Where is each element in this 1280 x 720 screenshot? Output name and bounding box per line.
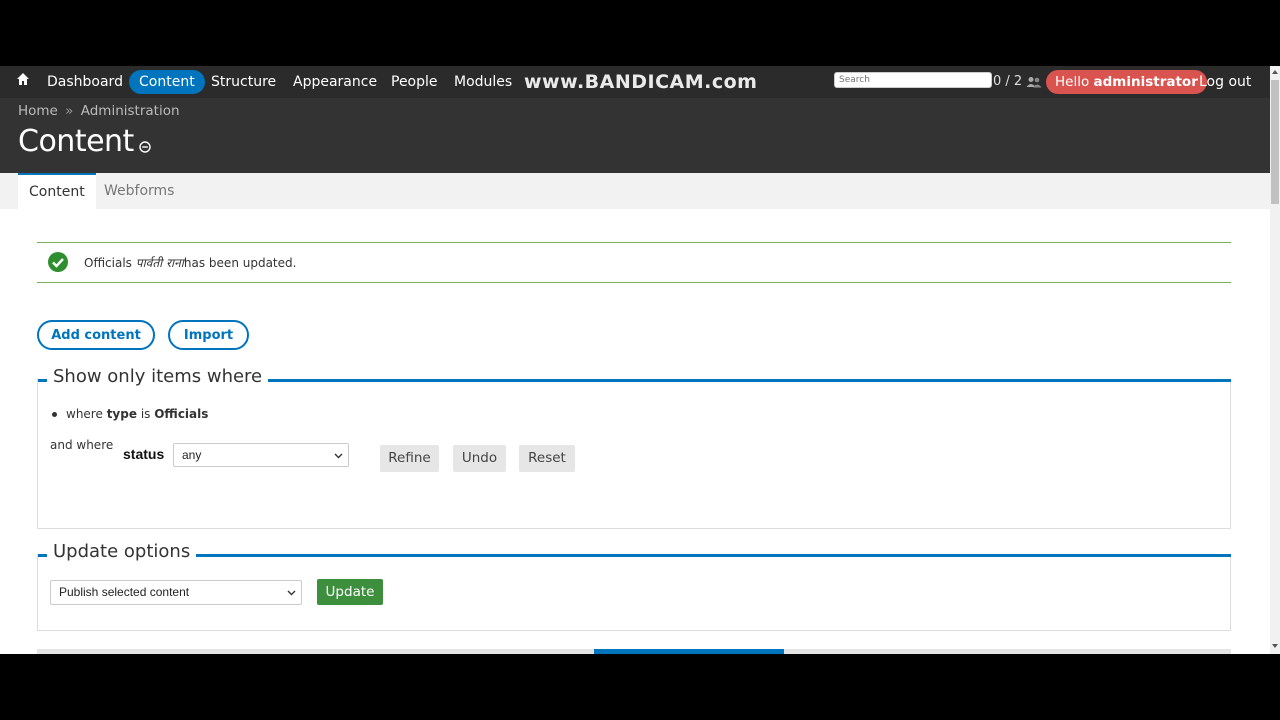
filter-legend: Show only items where (47, 366, 269, 387)
message-node-link[interactable]: पार्वती राना (136, 256, 184, 270)
active-filter-item: where type is Officials (52, 407, 208, 421)
shortcut-toggle-icon[interactable] (139, 141, 151, 153)
home-icon[interactable] (16, 72, 30, 86)
check-icon (48, 252, 68, 272)
operation-select[interactable]: Publish selected content (50, 580, 302, 605)
operation-select-value: Publish selected content (59, 585, 190, 599)
scroll-up-icon[interactable] (1272, 70, 1278, 74)
nav-people[interactable]: People (381, 70, 448, 94)
sorted-column-header[interactable] (594, 649, 784, 654)
nav-content[interactable]: Content (129, 70, 205, 94)
search-input[interactable] (834, 72, 992, 88)
refine-button[interactable]: Refine (380, 445, 439, 472)
bullet (52, 412, 57, 417)
breadcrumb-separator: » (65, 103, 74, 119)
undo-button[interactable]: Undo (453, 445, 506, 472)
update-options-legend: Update options (47, 541, 197, 562)
breadcrumb-administration[interactable]: Administration (81, 103, 180, 119)
users-icon (1026, 77, 1042, 88)
chevron-down-icon (334, 453, 343, 459)
nav-modules[interactable]: Modules (444, 70, 522, 94)
content-table-header (37, 649, 1231, 654)
hello-prefix: Hello (1055, 74, 1090, 90)
update-options-fieldset: Update options Publish selected content … (37, 541, 1231, 631)
page-header: Home » Administration Content (0, 98, 1270, 173)
admin-toolbar: Dashboard Content Structure Appearance P… (0, 66, 1270, 98)
username: administrator (1093, 74, 1198, 90)
tab-content[interactable]: Content (18, 173, 96, 209)
reset-button[interactable]: Reset (519, 445, 575, 472)
browser-viewport: Dashboard Content Structure Appearance P… (0, 66, 1280, 654)
message-suffix: has been updated. (183, 256, 297, 270)
tab-bar: Content Webforms (0, 173, 1270, 209)
chevron-down-icon (287, 590, 296, 596)
status-message: Officials पार्वती रानाhas been updated. (37, 242, 1231, 283)
filter-field: type (106, 407, 137, 421)
status-label: status (123, 446, 165, 462)
add-content-button[interactable]: Add content (37, 320, 155, 350)
nav-appearance[interactable]: Appearance (283, 70, 387, 94)
import-button[interactable]: Import (168, 320, 249, 350)
scroll-thumb[interactable] (1271, 80, 1279, 204)
filter-value: Officials (154, 407, 209, 421)
online-user-count: 0 / 2 (993, 74, 1023, 89)
user-greeting[interactable]: Hello administrator (1046, 70, 1207, 94)
nav-dashboard[interactable]: Dashboard (37, 70, 133, 94)
status-select-value: any (182, 448, 202, 462)
tab-webforms[interactable]: Webforms (93, 173, 185, 209)
and-where-label: and where (50, 438, 114, 452)
update-button[interactable]: Update (317, 579, 383, 605)
filter-where: where (66, 407, 103, 421)
message-prefix: Officials (84, 256, 132, 270)
breadcrumb: Home » Administration (18, 103, 180, 119)
filter-fieldset: Show only items where where type is Offi… (37, 366, 1231, 529)
status-select[interactable]: any (173, 443, 349, 467)
breadcrumb-home[interactable]: Home (18, 103, 58, 119)
page-title: Content (18, 124, 134, 159)
status-message-text: Officials पार्वती रानाhas been updated. (84, 254, 296, 271)
nav-structure[interactable]: Structure (201, 70, 286, 94)
fieldset-rule (38, 554, 1231, 557)
logout-link[interactable]: Log out (1199, 70, 1251, 94)
page-scrollbar[interactable] (1270, 66, 1280, 654)
filter-is: is (140, 407, 151, 421)
scroll-down-icon[interactable] (1272, 644, 1278, 648)
bandicam-watermark: www.BANDICAM.com (524, 71, 758, 93)
